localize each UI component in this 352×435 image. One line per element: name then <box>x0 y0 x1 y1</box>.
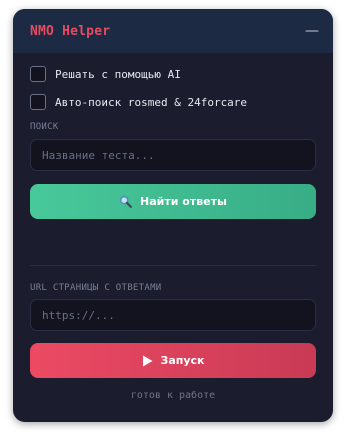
option-solve-with-ai[interactable]: Решать с помощью AI <box>30 66 181 82</box>
magnifier-icon <box>119 195 132 208</box>
run-button[interactable]: Запуск <box>30 343 316 378</box>
section-divider <box>30 265 316 266</box>
solve-with-ai-label: Решать с помощью AI <box>55 67 181 81</box>
auto-search-checkbox[interactable] <box>30 94 46 110</box>
test-name-input[interactable] <box>30 139 316 171</box>
answers-url-input[interactable] <box>30 299 316 331</box>
play-icon <box>142 355 153 367</box>
status-text: готов к работе <box>130 390 216 401</box>
auto-search-label: Авто-поиск rosmed & 24forcare <box>55 95 248 109</box>
find-answers-button[interactable]: Найти ответы <box>30 184 316 219</box>
minimize-button[interactable]: — <box>305 24 319 38</box>
run-label: Запуск <box>160 354 205 367</box>
solve-with-ai-checkbox[interactable] <box>30 66 46 82</box>
panel-title: NMO Helper <box>30 23 111 39</box>
find-answers-label: Найти ответы <box>140 195 227 208</box>
url-section-label: URL СТРАНИЦЫ С ОТВЕТАМИ <box>30 283 162 293</box>
panel-header: NMO Helper — <box>13 9 333 53</box>
option-auto-search[interactable]: Авто-поиск rosmed & 24forcare <box>30 94 247 110</box>
search-section-label: ПОИСК <box>30 122 59 132</box>
nmo-helper-panel: NMO Helper — Решать с помощью AI Авто-по… <box>13 9 333 422</box>
